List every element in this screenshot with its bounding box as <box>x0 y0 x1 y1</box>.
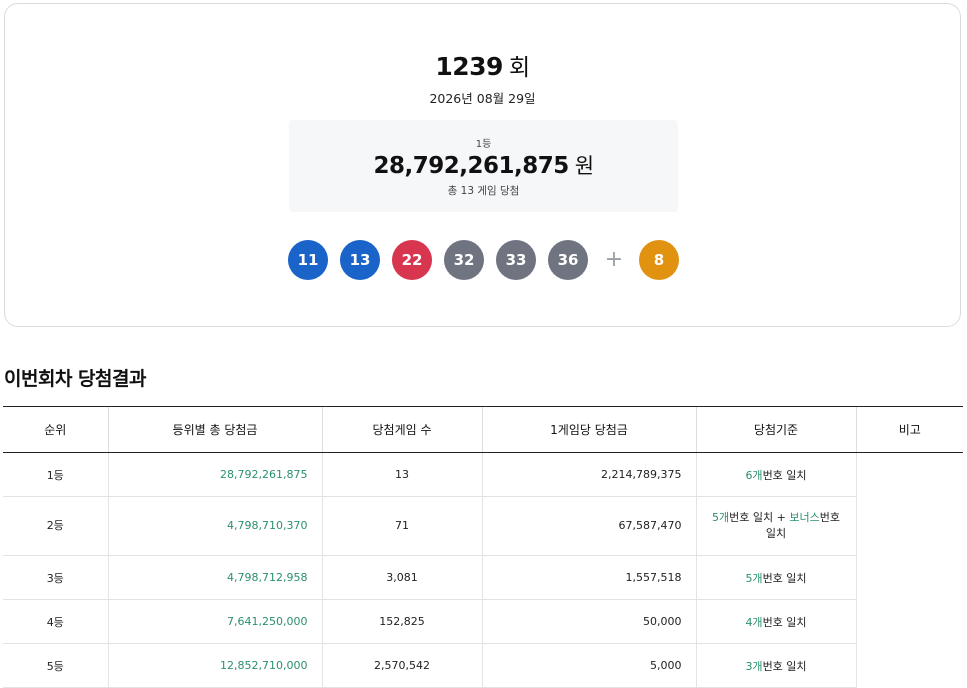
cell-rank: 2등 <box>3 496 108 556</box>
criteria-text: 번호 일치 <box>762 615 807 629</box>
cell-total-prize: 12,852,710,000 <box>107 643 322 688</box>
winning-ball: 11 <box>288 240 328 280</box>
criteria-count: 6개 <box>745 468 763 482</box>
first-prize-currency: 원 <box>574 154 594 178</box>
first-prize-amount: 28,792,261,875 원 <box>289 150 678 180</box>
col-header-winning-games: 당첨게임 수 <box>321 406 482 453</box>
first-prize-box: 1등 28,792,261,875 원 총 13 게임 당첨 <box>289 120 678 212</box>
cell-games: 2,570,542 <box>321 643 482 688</box>
winning-balls: 11 13 22 32 33 36 + 8 <box>5 240 960 282</box>
results-table: 순위 등위별 총 당첨금 당첨게임 수 1게임당 당첨금 당첨기준 비고 1등 … <box>3 406 963 688</box>
winning-ball: 36 <box>548 240 588 280</box>
draw-number-unit: 회 <box>508 55 530 81</box>
first-prize-amount-value: 28,792,261,875 <box>373 153 569 179</box>
col-header-note: 비고 <box>855 406 963 453</box>
col-header-rank: 순위 <box>3 406 108 453</box>
cell-criteria: 5개번호 일치 + 보너스번호 일치 <box>695 496 856 556</box>
cell-total-prize: 4,798,712,958 <box>107 555 322 600</box>
draw-summary-card: 1239 회 2026년 08월 29일 1등 28,792,261,875 원 총… <box>4 3 961 327</box>
cell-per-game: 2,214,789,375 <box>481 452 696 497</box>
bonus-ball: 8 <box>639 240 679 280</box>
criteria-text: 번호 일치 <box>762 468 807 482</box>
criteria-text: 번호 일치 + <box>729 511 790 524</box>
criteria-count: 3개 <box>745 659 763 673</box>
cell-total-prize: 4,798,710,370 <box>107 496 322 556</box>
first-prize-rank: 1등 <box>475 139 492 150</box>
cell-criteria: 4개번호 일치 <box>695 599 856 644</box>
table-row: 5등 12,852,710,000 2,570,542 5,000 3개번호 일… <box>3 643 963 688</box>
cell-games: 13 <box>321 452 482 497</box>
cell-rank: 1등 <box>3 452 108 497</box>
criteria-count: 4개 <box>745 615 763 629</box>
cell-games: 71 <box>321 496 482 556</box>
cell-criteria: 6개번호 일치 <box>695 452 856 497</box>
table-row: 4등 7,641,250,000 152,825 50,000 4개번호 일치 <box>3 599 963 644</box>
col-header-criteria: 당첨기준 <box>695 406 856 453</box>
criteria-text: 번호 일치 <box>762 659 807 673</box>
table-row: 1등 28,792,261,875 13 2,214,789,375 6개번호 … <box>3 452 963 688</box>
cell-per-game: 67,587,470 <box>481 496 696 556</box>
draw-number: 1239 <box>435 52 503 81</box>
cell-per-game: 1,557,518 <box>481 555 696 600</box>
table-header-row: 순위 등위별 총 당첨금 당첨게임 수 1게임당 당첨금 당첨기준 비고 <box>3 406 963 453</box>
cell-rank: 3등 <box>3 555 108 600</box>
cell-games: 152,825 <box>321 599 482 644</box>
cell-per-game: 50,000 <box>481 599 696 644</box>
col-header-total-prize: 등위별 총 당첨금 <box>107 406 322 453</box>
section-title: 이번회차 당첨결과 <box>4 368 146 390</box>
winning-ball: 13 <box>340 240 380 280</box>
draw-number-heading: 1239 회 <box>5 48 960 82</box>
cell-criteria: 3개번호 일치 <box>695 643 856 688</box>
plus-icon: + <box>604 247 624 272</box>
criteria-count: 5개 <box>712 511 730 524</box>
cell-total-prize: 7,641,250,000 <box>107 599 322 644</box>
cell-criteria: 5개번호 일치 <box>695 555 856 600</box>
cell-rank: 5등 <box>3 643 108 688</box>
winning-ball: 33 <box>496 240 536 280</box>
col-header-prize-per-game: 1게임당 당첨금 <box>481 406 696 453</box>
criteria-text: 번호 일치 <box>762 571 807 585</box>
table-row: 3등 4,798,712,958 3,081 1,557,518 5개번호 일치 <box>3 555 963 600</box>
first-prize-games: 총 13 게임 당첨 <box>447 185 520 197</box>
cell-games: 3,081 <box>321 555 482 600</box>
criteria-count: 5개 <box>745 571 763 585</box>
draw-date: 2026년 08월 29일 <box>429 91 536 106</box>
criteria-bonus: 보너스 <box>789 511 820 524</box>
winning-ball: 22 <box>392 240 432 280</box>
cell-note <box>855 452 963 688</box>
cell-rank: 4등 <box>3 599 108 644</box>
table-row: 2등 4,798,710,370 71 67,587,470 5개번호 일치 +… <box>3 496 963 556</box>
cell-total-prize: 28,792,261,875 <box>107 452 322 497</box>
cell-per-game: 5,000 <box>481 643 696 688</box>
winning-ball: 32 <box>444 240 484 280</box>
